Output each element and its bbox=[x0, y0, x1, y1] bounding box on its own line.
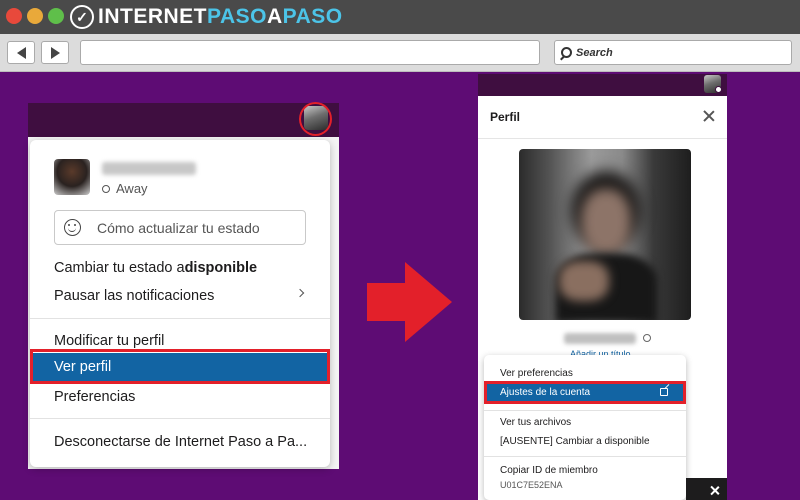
search-icon bbox=[561, 47, 572, 58]
profile-panel-header: Perfil bbox=[478, 96, 727, 139]
set-available-item[interactable]: [AUSENTE] Cambiar a disponible bbox=[484, 432, 686, 450]
chevron-right-icon bbox=[295, 288, 305, 298]
site-logo: ✓ INTERNETPASOAPASO bbox=[70, 4, 343, 30]
logo-text: INTERNETPASOAPASO bbox=[98, 5, 343, 28]
back-button[interactable] bbox=[7, 41, 35, 64]
avatar-highlight-circle bbox=[299, 102, 332, 136]
close-window-button[interactable] bbox=[6, 8, 22, 24]
browser-toolbar: Search bbox=[0, 34, 800, 72]
profile-name-blurred bbox=[102, 162, 196, 175]
arrow-right-icon bbox=[367, 283, 407, 321]
minimize-window-button[interactable] bbox=[27, 8, 43, 24]
notification-bar bbox=[686, 478, 727, 500]
menu-divider bbox=[30, 418, 330, 419]
profile-more-menu: Ver preferencias Ajustes de la cuenta Ve… bbox=[484, 355, 686, 500]
user-menu: Away Cómo actualizar tu estado Cambiar t… bbox=[30, 140, 330, 467]
maximize-window-button[interactable] bbox=[48, 8, 64, 24]
set-status-available-item[interactable]: Cambiar tu estado a disponible bbox=[30, 254, 330, 282]
arrow-right-icon bbox=[50, 46, 60, 59]
status-input-placeholder: Cómo actualizar tu estado bbox=[97, 219, 260, 236]
sign-out-item[interactable]: Desconectarse de Internet Paso a Pa... bbox=[30, 428, 330, 456]
emoji-smile-icon bbox=[64, 219, 81, 236]
view-files-item[interactable]: Ver tus archivos bbox=[484, 413, 686, 431]
slack-header-bar bbox=[478, 74, 727, 96]
profile-name-blurred bbox=[564, 333, 636, 344]
arrow-left-icon bbox=[16, 46, 26, 59]
pause-notifications-label: Pausar las notificaciones bbox=[54, 288, 215, 304]
view-profile-highlight-box bbox=[30, 349, 330, 384]
set-status-prefix: Cambiar tu estado a bbox=[54, 260, 185, 276]
view-preferences-item[interactable]: Ver preferencias bbox=[484, 364, 686, 382]
preferences-item[interactable]: Preferencias bbox=[30, 383, 330, 411]
set-status-bold: disponible bbox=[184, 260, 258, 276]
away-status-icon bbox=[643, 334, 651, 342]
presence-label: Away bbox=[116, 181, 148, 196]
menu-divider bbox=[484, 410, 686, 411]
forward-button[interactable] bbox=[41, 41, 69, 64]
away-status-icon bbox=[102, 184, 110, 193]
browser-titlebar: ✓ INTERNETPASOAPASO bbox=[0, 0, 800, 34]
search-input[interactable]: Search bbox=[554, 40, 792, 65]
account-settings-highlight-box bbox=[484, 381, 686, 404]
member-id-value: U01C7E52ENA bbox=[484, 476, 686, 494]
close-icon[interactable] bbox=[702, 109, 716, 123]
profile-panel-title: Perfil bbox=[490, 110, 521, 124]
profile-photo bbox=[519, 149, 691, 320]
pause-notifications-item[interactable]: Pausar las notificaciones bbox=[30, 282, 330, 310]
view-preferences-label: Ver preferencias bbox=[500, 367, 573, 379]
edit-profile-label: Modificar tu perfil bbox=[54, 333, 165, 349]
sign-out-label: Desconectarse de Internet Paso a Pa... bbox=[54, 434, 308, 450]
menu-divider bbox=[484, 456, 686, 457]
logo-check-icon: ✓ bbox=[70, 5, 94, 29]
close-icon[interactable] bbox=[709, 485, 720, 496]
preferences-label: Preferencias bbox=[54, 389, 136, 405]
presence-status: Away bbox=[102, 181, 148, 196]
address-bar[interactable] bbox=[80, 40, 540, 65]
search-placeholder: Search bbox=[576, 46, 613, 59]
profile-avatar bbox=[54, 159, 90, 195]
member-id-text: U01C7E52ENA bbox=[500, 480, 563, 490]
view-files-label: Ver tus archivos bbox=[500, 416, 572, 428]
presence-dot-icon bbox=[715, 86, 722, 93]
status-input[interactable]: Cómo actualizar tu estado bbox=[54, 210, 306, 245]
copy-member-id-label: Copiar ID de miembro bbox=[500, 464, 598, 476]
arrow-head bbox=[405, 262, 452, 342]
menu-divider bbox=[30, 318, 330, 319]
slack-header-bar bbox=[28, 103, 339, 137]
set-available-label: [AUSENTE] Cambiar a disponible bbox=[500, 435, 650, 447]
